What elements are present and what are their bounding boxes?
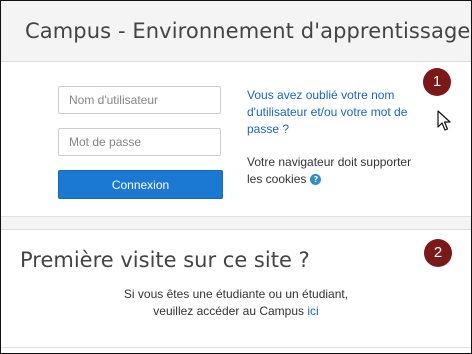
first-visit-section: Première visite sur ce site ? Si vous êt…	[1, 230, 471, 350]
section-divider	[1, 217, 471, 230]
step-badge-2: 2	[424, 239, 452, 267]
cookies-notice-text: Votre navigateur doit supporter les cook…	[247, 155, 412, 186]
campus-here-link[interactable]: ici	[307, 304, 318, 318]
page-header: Campus - Environnement d'apprentissage	[1, 1, 471, 62]
first-visit-message: Si vous êtes une étudiante ou un étudian…	[1, 286, 471, 320]
first-visit-line-1: Si vous êtes une étudiante ou un étudian…	[123, 287, 349, 301]
step-badge-1: 1	[423, 68, 451, 96]
login-button[interactable]: Connexion	[58, 170, 223, 199]
mouse-pointer-icon	[437, 110, 451, 131]
password-input[interactable]	[58, 128, 221, 156]
login-panel: Connexion Vous avez oublié votre nom d'u…	[1, 62, 471, 217]
help-icon[interactable]: ?	[310, 174, 322, 186]
page-title: Campus - Environnement d'apprentissage	[25, 19, 471, 43]
page-frame: Campus - Environnement d'apprentissage C…	[0, 0, 472, 354]
username-input[interactable]	[58, 86, 221, 114]
bottom-divider	[1, 347, 471, 348]
first-visit-line-2: veuillez accéder au Campus ici	[1, 303, 471, 320]
cookies-notice: Votre navigateur doit supporter les cook…	[247, 154, 417, 188]
first-visit-heading: Première visite sur ce site ?	[20, 248, 310, 272]
first-visit-line-2-text: veuillez accéder au Campus	[153, 304, 308, 318]
forgot-credentials-link[interactable]: Vous avez oublié votre nom d'utilisateur…	[247, 87, 427, 138]
